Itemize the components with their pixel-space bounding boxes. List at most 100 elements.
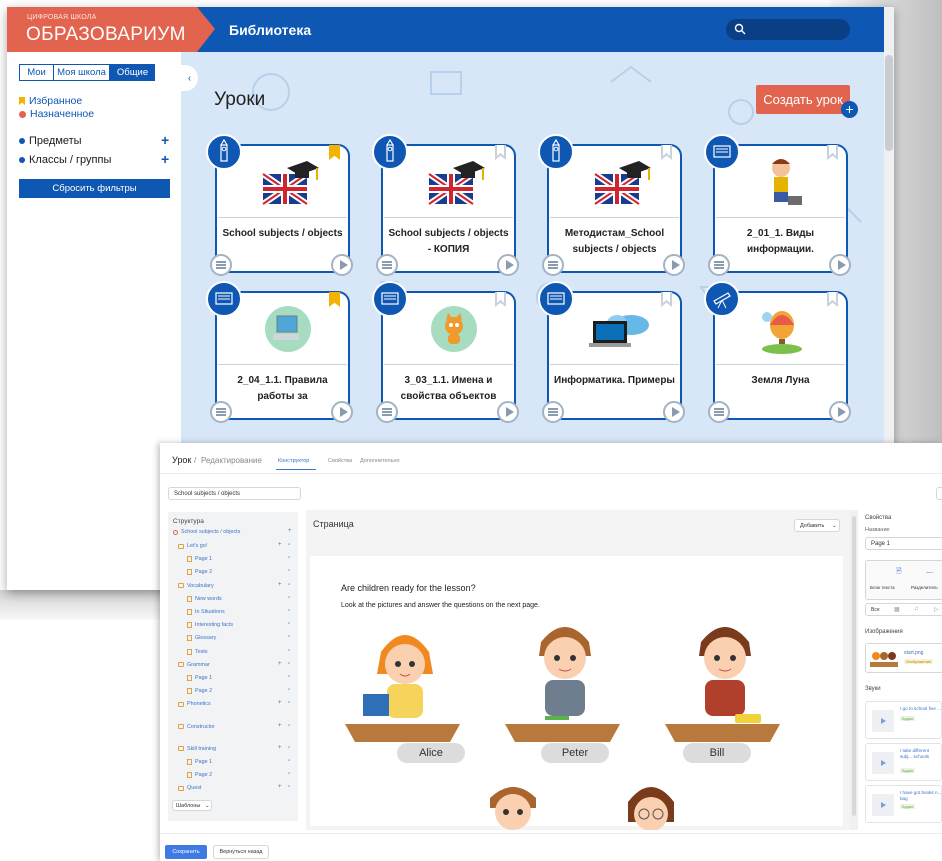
divider-tool[interactable]: Разделитель bbox=[911, 585, 938, 590]
delete-icon[interactable]: ▫ bbox=[288, 745, 290, 751]
add-icon[interactable]: + bbox=[278, 745, 282, 751]
audio-item[interactable]: I have got books n... bag Аудио bbox=[865, 785, 942, 823]
logo[interactable]: ЦИФРОВАЯ ШКОЛА ОБРАЗОВАРИУМ bbox=[7, 7, 215, 52]
breadcrumb-lesson[interactable]: Урок bbox=[172, 455, 191, 465]
lesson-name-input[interactable]: School subjects / objects bbox=[168, 487, 301, 500]
add-icon[interactable]: + bbox=[841, 101, 858, 118]
card-menu-button[interactable] bbox=[542, 401, 564, 423]
tree-page[interactable]: Tests bbox=[187, 648, 208, 655]
delete-icon[interactable]: ▫ bbox=[288, 634, 290, 640]
play-button[interactable] bbox=[497, 254, 519, 276]
search-input[interactable] bbox=[726, 19, 850, 40]
tree-section[interactable]: Let's go! bbox=[178, 543, 207, 549]
tree-page[interactable]: Glossary bbox=[187, 635, 216, 642]
delete-icon[interactable]: ▫ bbox=[288, 568, 290, 574]
tab-my[interactable]: Мои bbox=[19, 64, 54, 81]
delete-icon[interactable]: ▫ bbox=[288, 621, 290, 627]
play-button[interactable] bbox=[663, 254, 685, 276]
tree-page[interactable]: Interesting facts bbox=[187, 622, 233, 629]
card-menu-button[interactable] bbox=[708, 254, 730, 276]
tree-page[interactable]: Page 1 bbox=[187, 759, 212, 765]
text-block-tool[interactable]: Блок текста bbox=[870, 585, 895, 590]
create-lesson-button[interactable]: Создать урок bbox=[756, 85, 850, 114]
reset-filters-button[interactable]: Сбросить фильтры bbox=[19, 179, 170, 198]
header-action-button[interactable] bbox=[936, 487, 942, 500]
image-filter-icon[interactable]: ▦ bbox=[894, 606, 900, 613]
audio-filter-icon[interactable]: ♫ bbox=[914, 606, 919, 612]
add-icon[interactable]: + bbox=[288, 528, 292, 534]
add-icon[interactable]: + bbox=[278, 784, 282, 790]
filter-all[interactable]: Все bbox=[871, 607, 880, 613]
play-button[interactable] bbox=[331, 254, 353, 276]
delete-icon[interactable]: ▫ bbox=[288, 758, 290, 764]
tab-properties[interactable]: Свойства bbox=[328, 458, 352, 464]
tree-section[interactable]: Skill training bbox=[178, 746, 216, 752]
add-icon[interactable]: + bbox=[278, 700, 282, 706]
bookmark-icon[interactable] bbox=[495, 292, 506, 307]
delete-icon[interactable]: ▫ bbox=[288, 687, 290, 693]
delete-icon[interactable]: ▫ bbox=[288, 784, 290, 790]
favorites-link[interactable]: Избранное bbox=[19, 95, 82, 107]
back-button[interactable]: Вернуться назад bbox=[213, 845, 269, 859]
tree-page[interactable]: Page 1 bbox=[187, 675, 212, 681]
bookmark-icon[interactable] bbox=[495, 145, 506, 160]
tree-section[interactable]: Vocabulary bbox=[178, 583, 214, 589]
play-button[interactable] bbox=[497, 401, 519, 423]
tree-section[interactable]: Grammar bbox=[178, 662, 210, 668]
delete-icon[interactable]: ▫ bbox=[288, 700, 290, 706]
audio-item[interactable]: I take different subj... schools Аудио bbox=[865, 743, 942, 781]
delete-icon[interactable]: ▫ bbox=[288, 608, 290, 614]
expand-subjects-icon[interactable]: + bbox=[161, 132, 169, 148]
save-button[interactable]: Сохранить bbox=[165, 845, 207, 859]
tree-root[interactable]: School subjects / objects bbox=[173, 529, 240, 535]
video-filter-icon[interactable]: ▷ bbox=[934, 606, 939, 613]
tree-page[interactable]: In Situations bbox=[187, 609, 225, 615]
scrollbar-thumb[interactable] bbox=[852, 516, 856, 816]
bookmark-icon[interactable] bbox=[329, 145, 340, 160]
tree-section[interactable]: Phonetics bbox=[178, 701, 211, 707]
card-menu-button[interactable] bbox=[708, 401, 730, 423]
card-menu-button[interactable] bbox=[542, 254, 564, 276]
card-menu-button[interactable] bbox=[210, 254, 232, 276]
tab-constructor[interactable]: Конструктор bbox=[278, 458, 309, 464]
scrollbar[interactable] bbox=[850, 510, 858, 830]
delete-icon[interactable]: ▫ bbox=[288, 674, 290, 680]
play-icon[interactable] bbox=[872, 710, 894, 732]
bookmark-icon[interactable] bbox=[827, 145, 838, 160]
play-button[interactable] bbox=[829, 401, 851, 423]
image-item[interactable]: start.png Изображение bbox=[865, 643, 942, 673]
classes-filter[interactable]: Классы / группы bbox=[19, 154, 111, 166]
tree-page[interactable]: Page 2 bbox=[187, 688, 212, 695]
play-button[interactable] bbox=[331, 401, 353, 423]
tree-page[interactable]: Page 1 bbox=[187, 556, 212, 563]
add-icon[interactable]: + bbox=[278, 542, 282, 548]
templates-dropdown[interactable]: Шаблоны ⌄ bbox=[172, 800, 212, 811]
page-name-input[interactable]: Page 1 bbox=[865, 537, 942, 550]
play-button[interactable] bbox=[663, 401, 685, 423]
delete-icon[interactable]: ▫ bbox=[288, 648, 290, 654]
bookmark-icon[interactable] bbox=[661, 292, 672, 307]
card-menu-button[interactable] bbox=[376, 254, 398, 276]
card-menu-button[interactable] bbox=[210, 401, 232, 423]
assigned-link[interactable]: Назначенное bbox=[19, 108, 94, 120]
subjects-filter[interactable]: Предметы bbox=[19, 135, 82, 147]
delete-icon[interactable]: ▫ bbox=[288, 555, 290, 561]
tree-section[interactable]: Constructor bbox=[178, 724, 215, 730]
tab-shared[interactable]: Общие bbox=[110, 64, 155, 81]
add-icon[interactable]: + bbox=[278, 661, 282, 667]
bookmark-icon[interactable] bbox=[661, 145, 672, 160]
add-block-dropdown[interactable]: Добавить ⌄ bbox=[794, 519, 840, 532]
delete-icon[interactable]: ▫ bbox=[288, 595, 290, 601]
expand-classes-icon[interactable]: + bbox=[161, 151, 169, 167]
play-icon[interactable] bbox=[872, 794, 894, 816]
delete-icon[interactable]: ▫ bbox=[288, 582, 290, 588]
tree-page[interactable]: New words bbox=[187, 595, 222, 602]
bookmark-icon[interactable] bbox=[827, 292, 838, 307]
card-menu-button[interactable] bbox=[376, 401, 398, 423]
play-button[interactable] bbox=[829, 254, 851, 276]
tree-page[interactable]: Page 2 bbox=[187, 772, 212, 779]
bookmark-icon[interactable] bbox=[329, 292, 340, 307]
tree-page[interactable]: Page 2 bbox=[187, 569, 212, 576]
tree-section[interactable]: Quest bbox=[178, 785, 201, 791]
play-icon[interactable] bbox=[872, 752, 894, 774]
